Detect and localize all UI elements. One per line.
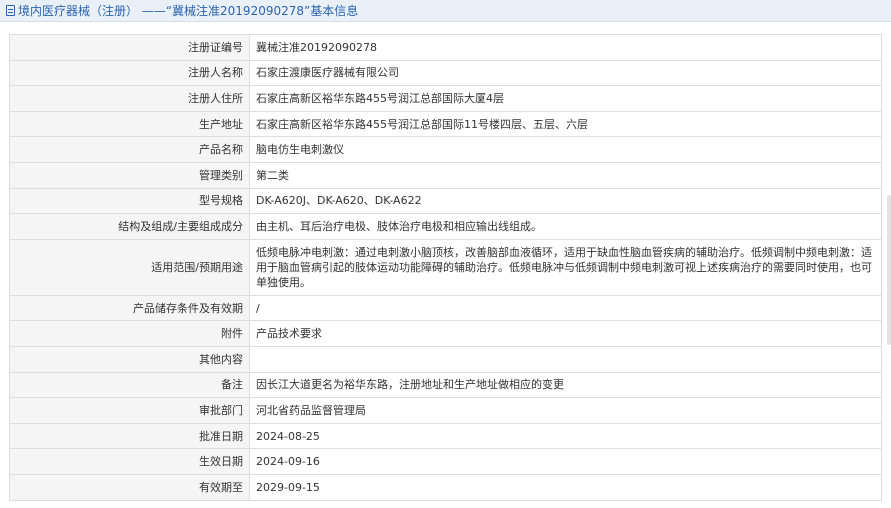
row-label: 生产地址	[9, 110, 250, 138]
table-row: 产品名称 脑电仿生电刺激仪	[9, 136, 882, 163]
row-value: 石家庄高新区裕华东路455号润江总部国际11号楼四层、五层、六层	[249, 110, 882, 138]
table-row: 管理类别 第二类	[9, 161, 882, 189]
registration-info-table: 注册证编号 冀械注准20192090278 注册人名称 石家庄渡康医疗器械有限公…	[9, 34, 882, 501]
row-value: 脑电仿生电刺激仪	[249, 136, 882, 163]
table-row: 其他内容	[9, 345, 882, 373]
row-value: 冀械注准20192090278	[249, 34, 882, 61]
row-label: 批准日期	[9, 422, 250, 450]
row-value: /	[249, 294, 882, 322]
row-value: DK-A620J、DK-A620、DK-A622	[249, 187, 882, 215]
row-value: 由主机、耳后治疗电极、肢体治疗电极和相应输出线组成。	[249, 213, 882, 240]
row-label: 产品储存条件及有效期	[9, 294, 250, 322]
table-row: 结构及组成/主要组成成分 由主机、耳后治疗电极、肢体治疗电极和相应输出线组成。	[9, 213, 882, 240]
table-row: 注册人住所 石家庄高新区裕华东路455号润江总部国际大厦4层	[9, 85, 882, 112]
row-value: 第二类	[249, 161, 882, 189]
row-label: 管理类别	[9, 161, 250, 189]
row-value: 因长江大道更名为裕华东路，注册地址和生产地址做相应的变更	[249, 371, 882, 399]
row-value	[249, 345, 882, 373]
page-title-bar: 境内医疗器械（注册） ——“冀械注准20192090278”基本信息	[0, 0, 891, 22]
document-icon	[6, 5, 15, 16]
row-label: 其他内容	[9, 345, 250, 373]
row-value: 河北省药品监督管理局	[249, 397, 882, 424]
page-title: 境内医疗器械（注册） ——“冀械注准20192090278”基本信息	[18, 4, 359, 18]
table-row: 产品储存条件及有效期 /	[9, 294, 882, 322]
row-label: 型号规格	[9, 187, 250, 215]
table-row: 注册证编号 冀械注准20192090278	[9, 34, 882, 61]
row-value: 产品技术要求	[249, 320, 882, 347]
table-row: 审批部门 河北省药品监督管理局	[9, 397, 882, 424]
table-row: 适用范围/预期用途 低频电脉冲电刺激：通过电刺激小脑顶核，改善脑部血液循环，适用…	[9, 238, 882, 296]
row-value: 低频电脉冲电刺激：通过电刺激小脑顶核，改善脑部血液循环，适用于缺血性脑血管疾病的…	[249, 238, 882, 296]
row-label: 结构及组成/主要组成成分	[9, 213, 250, 240]
row-value: 2029-09-15	[249, 473, 882, 501]
row-label: 审批部门	[9, 397, 250, 424]
row-label: 备注	[9, 371, 250, 399]
table-row: 批准日期 2024-08-25	[9, 422, 882, 450]
table-row: 有效期至 2029-09-15	[9, 473, 882, 501]
table-row: 生效日期 2024-09-16	[9, 448, 882, 475]
row-value: 2024-08-25	[249, 422, 882, 450]
row-value: 石家庄渡康医疗器械有限公司	[249, 59, 882, 87]
row-label: 附件	[9, 320, 250, 347]
table-row: 附件 产品技术要求	[9, 320, 882, 347]
row-label: 注册人名称	[9, 59, 250, 87]
row-value: 石家庄高新区裕华东路455号润江总部国际大厦4层	[249, 85, 882, 112]
scrollbar[interactable]	[887, 195, 891, 345]
row-value: 2024-09-16	[249, 448, 882, 475]
row-label: 有效期至	[9, 473, 250, 501]
row-label: 生效日期	[9, 448, 250, 475]
row-label: 适用范围/预期用途	[9, 238, 250, 296]
row-label: 注册证编号	[9, 34, 250, 61]
table-row: 型号规格 DK-A620J、DK-A620、DK-A622	[9, 187, 882, 215]
table-row: 注册人名称 石家庄渡康医疗器械有限公司	[9, 59, 882, 87]
table-row: 生产地址 石家庄高新区裕华东路455号润江总部国际11号楼四层、五层、六层	[9, 110, 882, 138]
row-label: 产品名称	[9, 136, 250, 163]
row-label: 注册人住所	[9, 85, 250, 112]
table-row: 备注 因长江大道更名为裕华东路，注册地址和生产地址做相应的变更	[9, 371, 882, 399]
